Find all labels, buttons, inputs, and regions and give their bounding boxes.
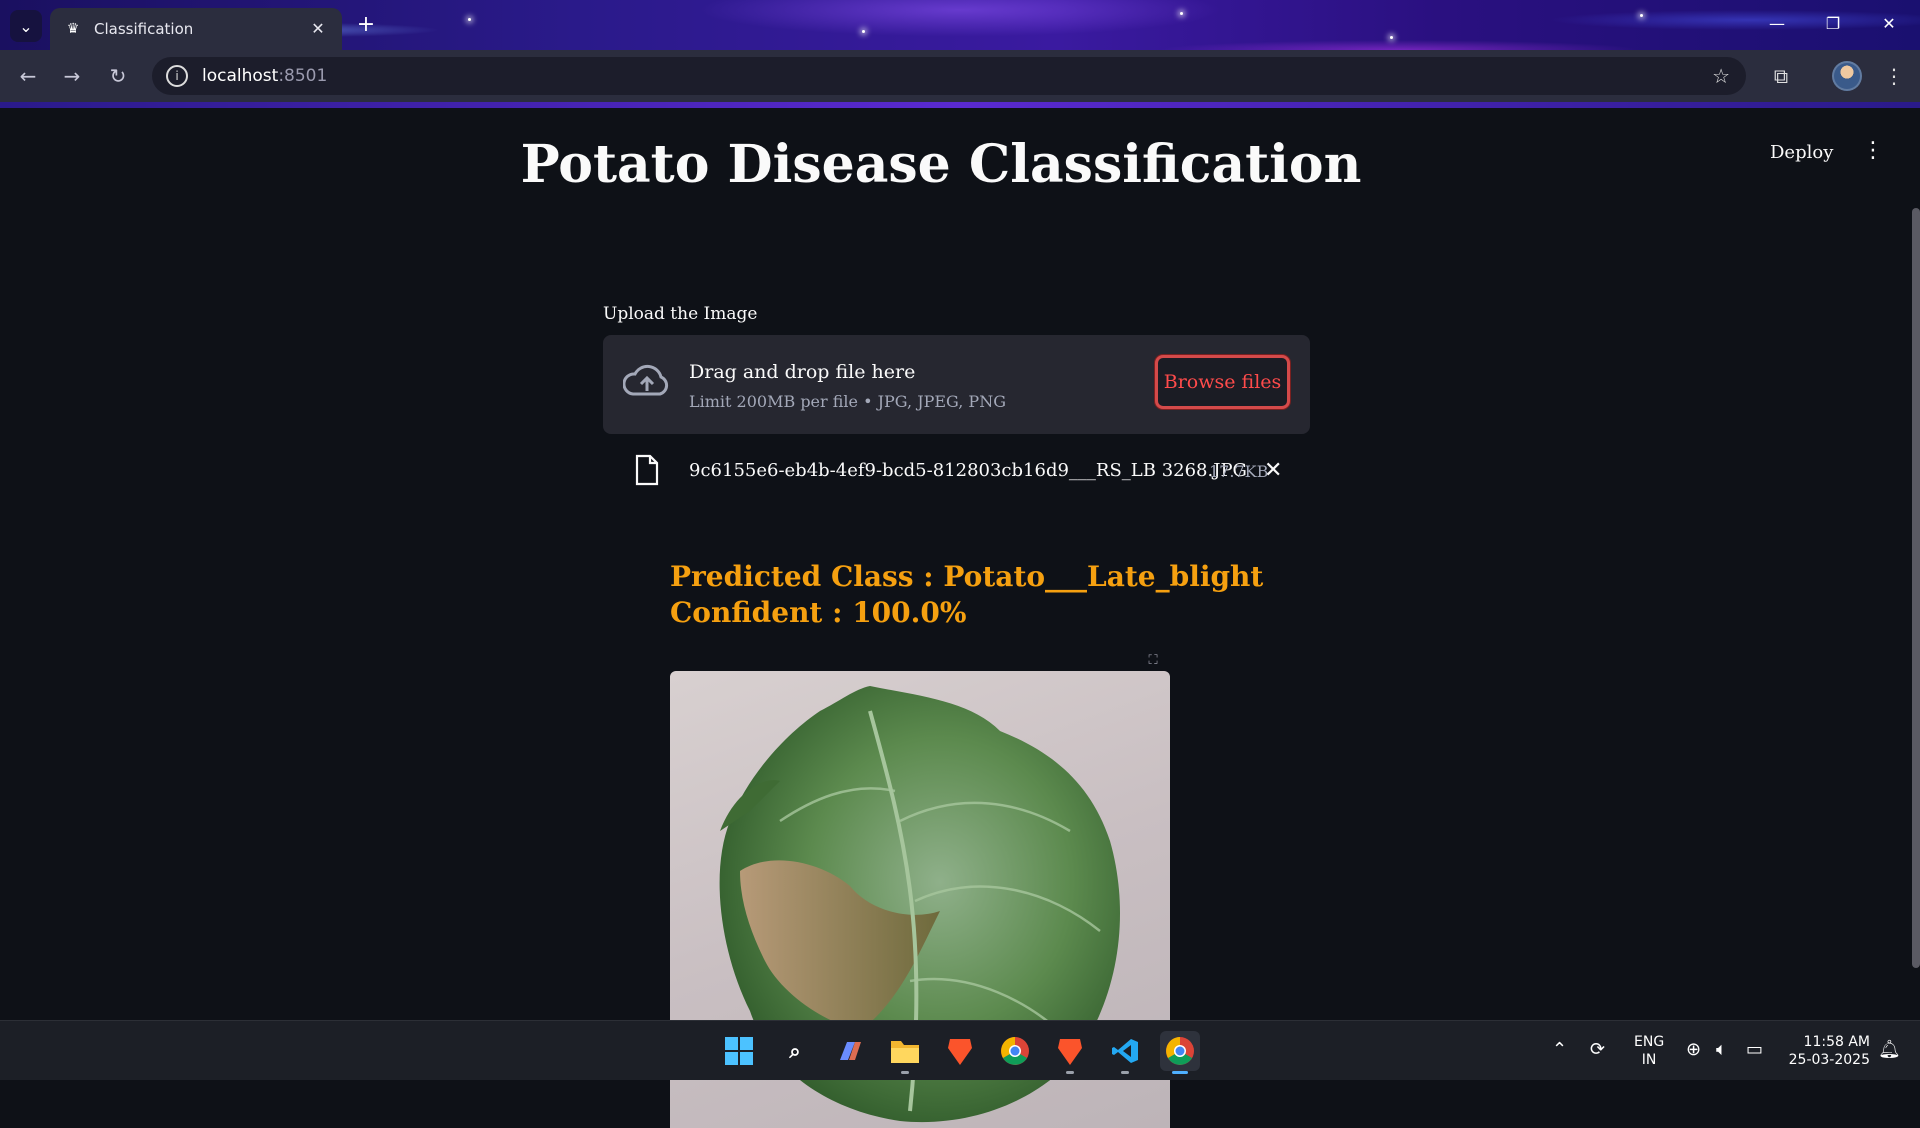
browser-chrome: ⌄ ♛ Classification ✕ + — ❐ ✕ ← → ↻ i loc…: [0, 0, 1920, 108]
page-title: Potato Disease Classification: [520, 134, 1362, 195]
back-arrow-icon[interactable]: ←: [12, 60, 44, 92]
dropzone-title: Drag and drop file here: [689, 361, 916, 383]
forward-arrow-icon[interactable]: →: [56, 60, 88, 92]
browser-toolbar: ← → ↻ i localhost:8501 ☆ ⧉ ⋮: [0, 50, 1920, 102]
uploaded-file-name: 9c6155e6-eb4b-4ef9-bcd5-812803cb16d9___R…: [689, 460, 1247, 481]
tab-strip: ⌄ ♛ Classification ✕ + — ❐ ✕: [0, 0, 1920, 50]
streamlit-app: Deploy ⋮ Potato Disease Classification U…: [0, 108, 1920, 1128]
tab-close-icon[interactable]: ✕: [308, 19, 328, 39]
extensions-icon[interactable]: ⧉: [1765, 60, 1797, 92]
clock-time: 11:58 AM: [1803, 1034, 1870, 1050]
fullscreen-icon[interactable]: ⛶: [1142, 650, 1164, 672]
copilot-logo: [840, 1042, 861, 1060]
brave-browser-icon[interactable]: [940, 1031, 980, 1071]
folder-logo: [891, 1041, 919, 1063]
cloud-upload-icon: [623, 364, 669, 396]
uploaded-file-size: 17.7KB: [1209, 462, 1269, 481]
profile-avatar[interactable]: [1832, 61, 1862, 91]
browse-files-button[interactable]: Browse files: [1155, 355, 1290, 409]
streamlit-crown-icon: ♛: [66, 21, 80, 37]
prediction-result: Predicted Class : Potato___Late_blight C…: [670, 559, 1263, 631]
upload-label: Upload the Image: [603, 304, 758, 324]
windows-start-icon[interactable]: [719, 1031, 759, 1071]
predicted-class: Predicted Class : Potato___Late_blight: [670, 560, 1264, 593]
windows-logo: [725, 1037, 753, 1065]
address-bar[interactable]: i localhost:8501 ☆: [152, 57, 1746, 95]
brave-logo: [948, 1039, 972, 1065]
bookmark-star-icon[interactable]: ☆: [1712, 64, 1730, 88]
chrome-icon[interactable]: [995, 1031, 1035, 1071]
dropzone-limits: Limit 200MB per file • JPG, JPEG, PNG: [689, 392, 1006, 411]
language-code: ENG: [1634, 1034, 1665, 1050]
file-explorer-icon[interactable]: [885, 1031, 925, 1074]
chrome-logo: [1001, 1037, 1029, 1065]
vscode-icon[interactable]: [1105, 1031, 1145, 1074]
volume-icon[interactable]: 🔈︎: [1716, 1039, 1727, 1060]
sync-icon[interactable]: ⟳: [1590, 1039, 1605, 1060]
chevron-up-icon[interactable]: ⌃: [1552, 1039, 1567, 1060]
url-host: localhost: [202, 66, 279, 86]
restore-button[interactable]: ❐: [1810, 8, 1856, 40]
windows-taskbar: ⌕ ⌃ ⟳ ENG IN ⊕ 🔈︎ ▭ 11:58 AM 25-03-2025 …: [0, 1020, 1920, 1080]
site-info-icon[interactable]: i: [166, 65, 188, 87]
uploaded-file-row: 9c6155e6-eb4b-4ef9-bcd5-812803cb16d9___R…: [628, 454, 1310, 494]
url-port: :8501: [278, 66, 328, 86]
region-code: IN: [1641, 1052, 1657, 1068]
file-icon: [635, 454, 659, 486]
file-dropzone[interactable]: Drag and drop file here Limit 200MB per …: [603, 335, 1310, 434]
search-icon[interactable]: ⌕: [775, 1031, 815, 1071]
network-globe-icon[interactable]: ⊕: [1686, 1039, 1701, 1060]
language-indicator[interactable]: ENG IN: [1634, 1033, 1664, 1073]
tab-search-button[interactable]: ⌄: [10, 10, 42, 42]
running-indicator: [1066, 1071, 1074, 1074]
brave-browser-icon[interactable]: [1050, 1031, 1090, 1074]
chrome-menu-icon[interactable]: ⋮: [1878, 60, 1910, 92]
close-window-button[interactable]: ✕: [1866, 8, 1912, 40]
vscode-logo: [1112, 1039, 1138, 1063]
chrome-icon[interactable]: [1160, 1031, 1200, 1074]
confidence: Confident : 100.0%: [670, 596, 967, 629]
tab-title: Classification: [94, 20, 194, 38]
reload-icon[interactable]: ↻: [102, 60, 134, 92]
brave-logo: [1058, 1039, 1082, 1065]
minimize-button[interactable]: —: [1754, 8, 1800, 40]
running-indicator: [1121, 1071, 1129, 1074]
copilot-icon[interactable]: [830, 1031, 870, 1071]
running-indicator: [901, 1071, 909, 1074]
notifications-bell-icon[interactable]: 🔔︎: [1878, 1039, 1901, 1060]
remove-file-icon[interactable]: ✕: [1264, 458, 1282, 483]
browser-tab[interactable]: ♛ Classification ✕: [50, 8, 342, 50]
clock[interactable]: 11:58 AM 25-03-2025: [1784, 1033, 1870, 1073]
page-scrollbar[interactable]: [1912, 208, 1920, 968]
chrome-logo: [1166, 1037, 1194, 1065]
running-indicator: [1172, 1071, 1188, 1074]
clock-date: 25-03-2025: [1788, 1052, 1870, 1068]
battery-icon[interactable]: ▭: [1746, 1039, 1763, 1060]
new-tab-button[interactable]: +: [352, 12, 380, 40]
